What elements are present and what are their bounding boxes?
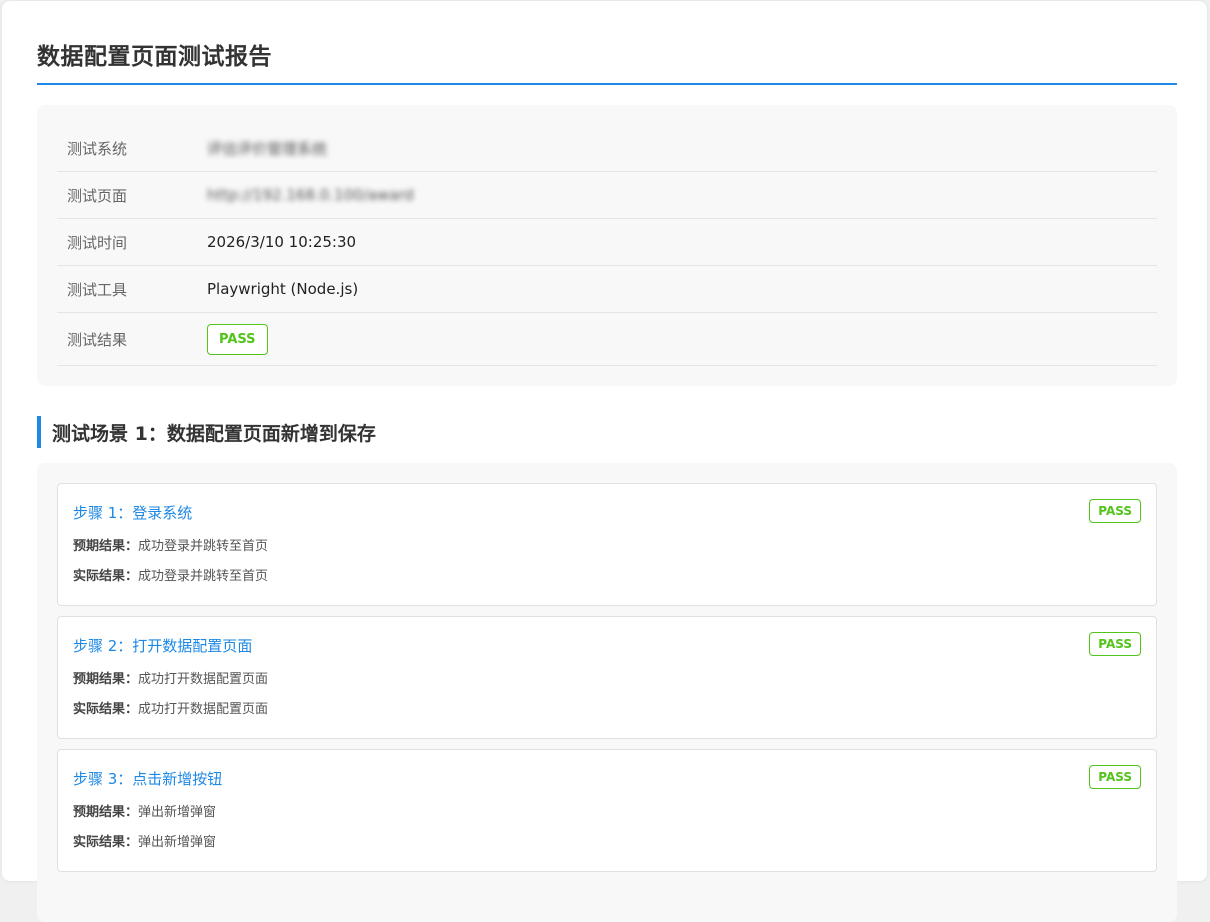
- step-card: 步骤 3：点击新增按钮 PASS 预期结果：弹出新增弹窗 实际结果：弹出新增弹窗: [57, 749, 1157, 872]
- actual-label: 实际结果：: [73, 835, 139, 850]
- step-title: 步骤 1：登录系统: [73, 504, 193, 522]
- expected-result: 预期结果：弹出新增弹窗: [73, 801, 1141, 820]
- actual-label: 实际结果：: [73, 569, 139, 584]
- expected-label: 预期结果：: [73, 672, 139, 687]
- actual-text: 成功登录并跳转至首页: [138, 569, 269, 584]
- expected-result: 预期结果：成功打开数据配置页面: [73, 668, 1141, 687]
- info-label: 测试时间: [67, 233, 128, 252]
- expected-text: 成功登录并跳转至首页: [138, 539, 269, 554]
- info-label: 测试系统: [67, 139, 128, 158]
- info-value: Playwright (Node.js): [207, 280, 359, 298]
- scenario-title: 测试场景 1：数据配置页面新增到保存: [37, 416, 1177, 448]
- status-badge: PASS: [207, 323, 268, 355]
- info-label: 测试结果: [67, 330, 128, 349]
- actual-result: 实际结果：弹出新增弹窗: [73, 831, 1141, 850]
- info-value: 2026/3/10 10:25:30: [207, 233, 357, 251]
- actual-result: 实际结果：成功打开数据配置页面: [73, 698, 1141, 717]
- step-card: 步骤 2：打开数据配置页面 PASS 预期结果：成功打开数据配置页面 实际结果：…: [57, 616, 1157, 739]
- info-label: 测试工具: [67, 280, 128, 299]
- info-panel: 测试系统 评估评价管理系统 测试页面 http://192.168.0.100/…: [37, 105, 1177, 386]
- info-row-page: 测试页面 http://192.168.0.100/award: [57, 172, 1157, 219]
- info-row-result: 测试结果 PASS: [57, 313, 1157, 366]
- expected-text: 弹出新增弹窗: [138, 805, 217, 820]
- expected-result: 预期结果：成功登录并跳转至首页: [73, 535, 1141, 554]
- status-badge: PASS: [1089, 632, 1141, 656]
- status-badge: PASS: [1089, 499, 1141, 523]
- step-title: 步骤 2：打开数据配置页面: [73, 637, 253, 655]
- actual-text: 弹出新增弹窗: [138, 835, 217, 850]
- info-row-system: 测试系统 评估评价管理系统: [57, 125, 1157, 172]
- steps-panel: 步骤 1：登录系统 PASS 预期结果：成功登录并跳转至首页 实际结果：成功登录…: [37, 463, 1177, 922]
- expected-label: 预期结果：: [73, 539, 139, 554]
- info-row-tool: 测试工具 Playwright (Node.js): [57, 266, 1157, 313]
- status-badge: PASS: [1089, 765, 1141, 789]
- actual-result: 实际结果：成功登录并跳转至首页: [73, 565, 1141, 584]
- info-value: http://192.168.0.100/award: [207, 186, 414, 204]
- actual-label: 实际结果：: [73, 702, 139, 717]
- expected-text: 成功打开数据配置页面: [138, 672, 269, 687]
- step-card: 步骤 1：登录系统 PASS 预期结果：成功登录并跳转至首页 实际结果：成功登录…: [57, 483, 1157, 606]
- step-title: 步骤 3：点击新增按钮: [73, 770, 223, 788]
- actual-text: 成功打开数据配置页面: [138, 702, 269, 717]
- info-value: 评估评价管理系统: [207, 139, 328, 158]
- expected-label: 预期结果：: [73, 805, 139, 820]
- page-title: 数据配置页面测试报告: [37, 1, 1177, 85]
- report-page: 数据配置页面测试报告 测试系统 评估评价管理系统 测试页面 http://192…: [2, 1, 1207, 922]
- info-row-time: 测试时间 2026/3/10 10:25:30: [57, 219, 1157, 266]
- info-label: 测试页面: [67, 186, 128, 205]
